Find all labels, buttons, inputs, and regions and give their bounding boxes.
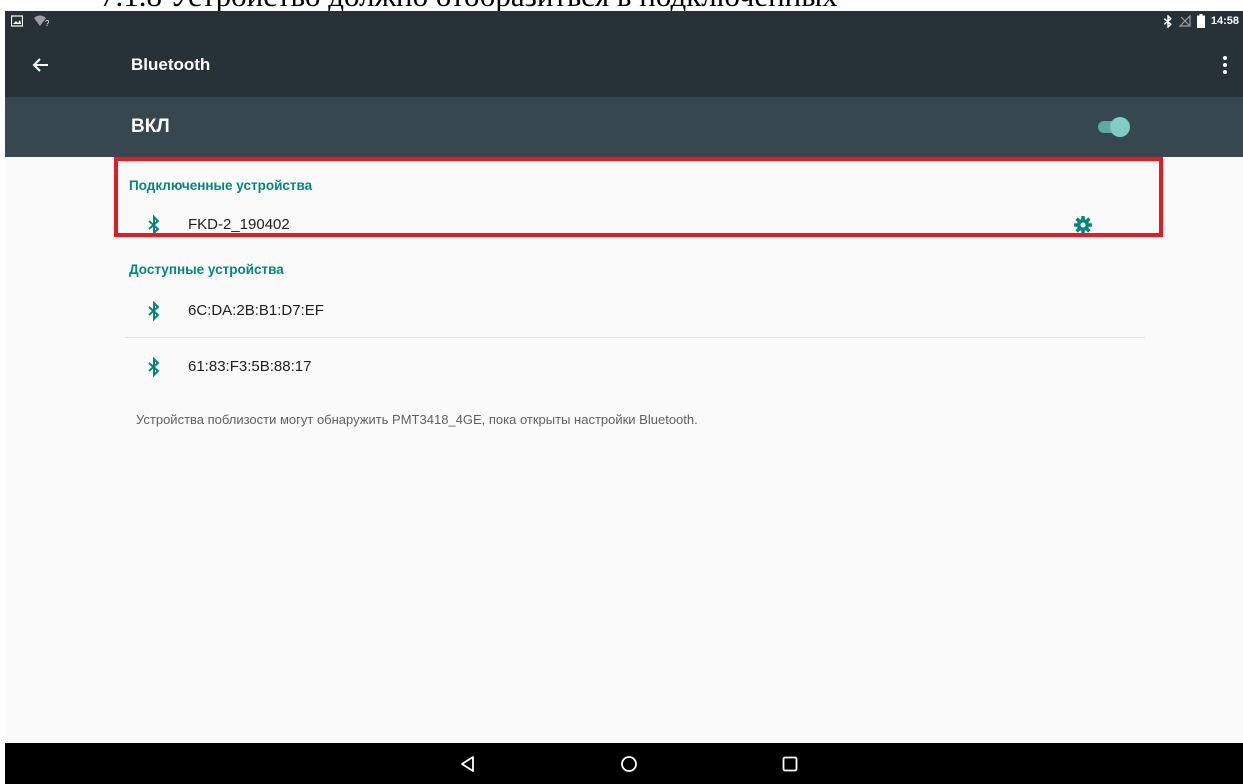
navigation-bar xyxy=(5,743,1243,784)
bluetooth-toggle[interactable] xyxy=(1094,117,1130,137)
svg-text:?: ? xyxy=(45,19,49,27)
gallery-icon xyxy=(11,15,23,27)
no-sim-icon xyxy=(1178,15,1191,27)
wifi-question-icon: ? xyxy=(34,15,49,27)
available-devices-header: Доступные устройства xyxy=(129,262,284,277)
bluetooth-icon xyxy=(148,301,160,321)
device-row-6c[interactable]: 6C:DA:2B:B1:D7:EF xyxy=(125,291,1145,331)
back-triangle-icon[interactable] xyxy=(457,753,479,775)
highlight-box xyxy=(114,157,1163,237)
arrow-back-icon xyxy=(32,58,48,72)
android-screen: ? 14:58 Bluetooth xyxy=(5,11,1243,784)
recents-square-icon[interactable] xyxy=(779,753,801,775)
divider xyxy=(125,337,1145,338)
toggle-thumb xyxy=(1110,117,1130,137)
more-options-button[interactable] xyxy=(1217,53,1233,77)
document-caption: 7.1.8 Устройство должно отобразиться в п… xyxy=(100,0,1240,11)
more-vert-icon xyxy=(1223,56,1227,60)
status-bar: ? 14:58 xyxy=(5,11,1243,33)
bluetooth-icon xyxy=(1163,14,1172,28)
clock: 14:58 xyxy=(1210,15,1239,27)
device-row-61[interactable]: 61:83:F3:5B:88:17 xyxy=(125,347,1145,387)
page-title: Bluetooth xyxy=(131,55,211,74)
switch-label: ВКЛ xyxy=(131,116,170,137)
back-button[interactable] xyxy=(27,51,55,79)
device-name: 6C:DA:2B:B1:D7:EF xyxy=(188,302,324,319)
bluetooth-icon xyxy=(148,357,160,377)
visibility-note: Устройства поблизости могут обнаружить P… xyxy=(136,412,698,427)
battery-icon xyxy=(1196,14,1205,28)
home-circle-icon[interactable] xyxy=(618,753,640,775)
action-bar: Bluetooth xyxy=(5,33,1243,97)
device-name: 61:83:F3:5B:88:17 xyxy=(188,358,312,375)
bluetooth-switch-bar[interactable]: ВКЛ xyxy=(5,97,1243,157)
